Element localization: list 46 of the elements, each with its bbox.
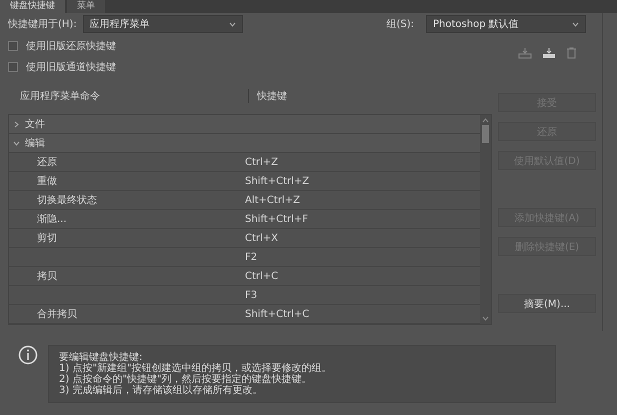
trash-icon[interactable] xyxy=(566,47,576,59)
command-cell[interactable]: 渐隐... xyxy=(37,212,67,226)
command-cell[interactable]: 切换最终状态 xyxy=(37,193,97,207)
checkbox-label: 使用旧版通道快捷键 xyxy=(26,60,116,74)
chevron-down-icon[interactable] xyxy=(13,140,20,146)
new-set-icon[interactable] xyxy=(542,47,556,59)
action-button[interactable]: 摘要(M)... xyxy=(498,294,596,313)
scrollbar-thumb[interactable] xyxy=(482,125,489,143)
command-cell[interactable]: 拷贝 xyxy=(37,269,57,283)
checkbox-label: 使用旧版还原快捷键 xyxy=(26,40,116,52)
tab[interactable]: 菜单 xyxy=(67,0,105,13)
shortcut-cell[interactable]: Shift+Ctrl+F xyxy=(245,214,308,224)
field-label: 快捷键用于(H): xyxy=(8,18,77,31)
info-text: 要编辑键盘快捷键: xyxy=(59,352,144,363)
menu-group[interactable]: 文件 xyxy=(25,117,45,131)
info-icon xyxy=(18,345,38,365)
shortcut-cell[interactable]: F3 xyxy=(245,290,258,300)
scroll-down-icon[interactable] xyxy=(482,316,489,321)
shortcut-cell[interactable]: Shift+Ctrl+C xyxy=(245,308,310,320)
caret-icon[interactable] xyxy=(572,22,579,26)
column-header: 快捷键 xyxy=(248,89,287,103)
info-text: 3) 完成编辑后，请存储该组以存储所有更改。 xyxy=(59,385,264,396)
info-text: 1) 点按"新建组"按钮创建选中组的拷贝，或选择要修改的组。 xyxy=(59,363,333,374)
checkbox[interactable] xyxy=(8,40,18,50)
group-dropdown[interactable]: Photoshop 默认值 xyxy=(426,15,586,33)
field-label: 组(S): xyxy=(386,18,414,31)
caret-icon[interactable] xyxy=(228,22,236,26)
shortcut-cell[interactable]: Ctrl+C xyxy=(245,270,278,282)
info-text: 2) 点按命令的"快捷键"列，然后按要指定的键盘快捷键。 xyxy=(59,374,313,385)
shortcuts-for-dropdown[interactable]: 应用程序菜单 xyxy=(82,15,243,33)
shortcut-cell[interactable]: Alt+Ctrl+Z xyxy=(245,194,300,206)
command-cell[interactable]: 还原 xyxy=(37,155,57,169)
chevron-right-icon[interactable] xyxy=(13,120,20,128)
shortcut-cell[interactable]: F2 xyxy=(245,252,258,262)
checkbox[interactable] xyxy=(8,62,18,72)
command-cell[interactable]: 重做 xyxy=(37,174,57,188)
scroll-up-icon[interactable] xyxy=(482,118,489,123)
shortcut-cell[interactable]: Ctrl+Z xyxy=(245,156,278,168)
shortcut-cell[interactable]: Ctrl+X xyxy=(245,232,278,244)
shortcut-cell[interactable]: Shift+Ctrl+Z xyxy=(245,176,310,186)
column-header: 应用程序菜单命令 xyxy=(19,90,101,103)
command-cell[interactable]: 剪切 xyxy=(37,231,57,245)
tab[interactable]: 键盘快捷键 xyxy=(0,0,65,13)
command-cell[interactable]: 合并拷贝 xyxy=(37,307,77,321)
menu-group[interactable]: 编辑 xyxy=(25,136,45,150)
save-set-icon[interactable] xyxy=(518,47,532,59)
